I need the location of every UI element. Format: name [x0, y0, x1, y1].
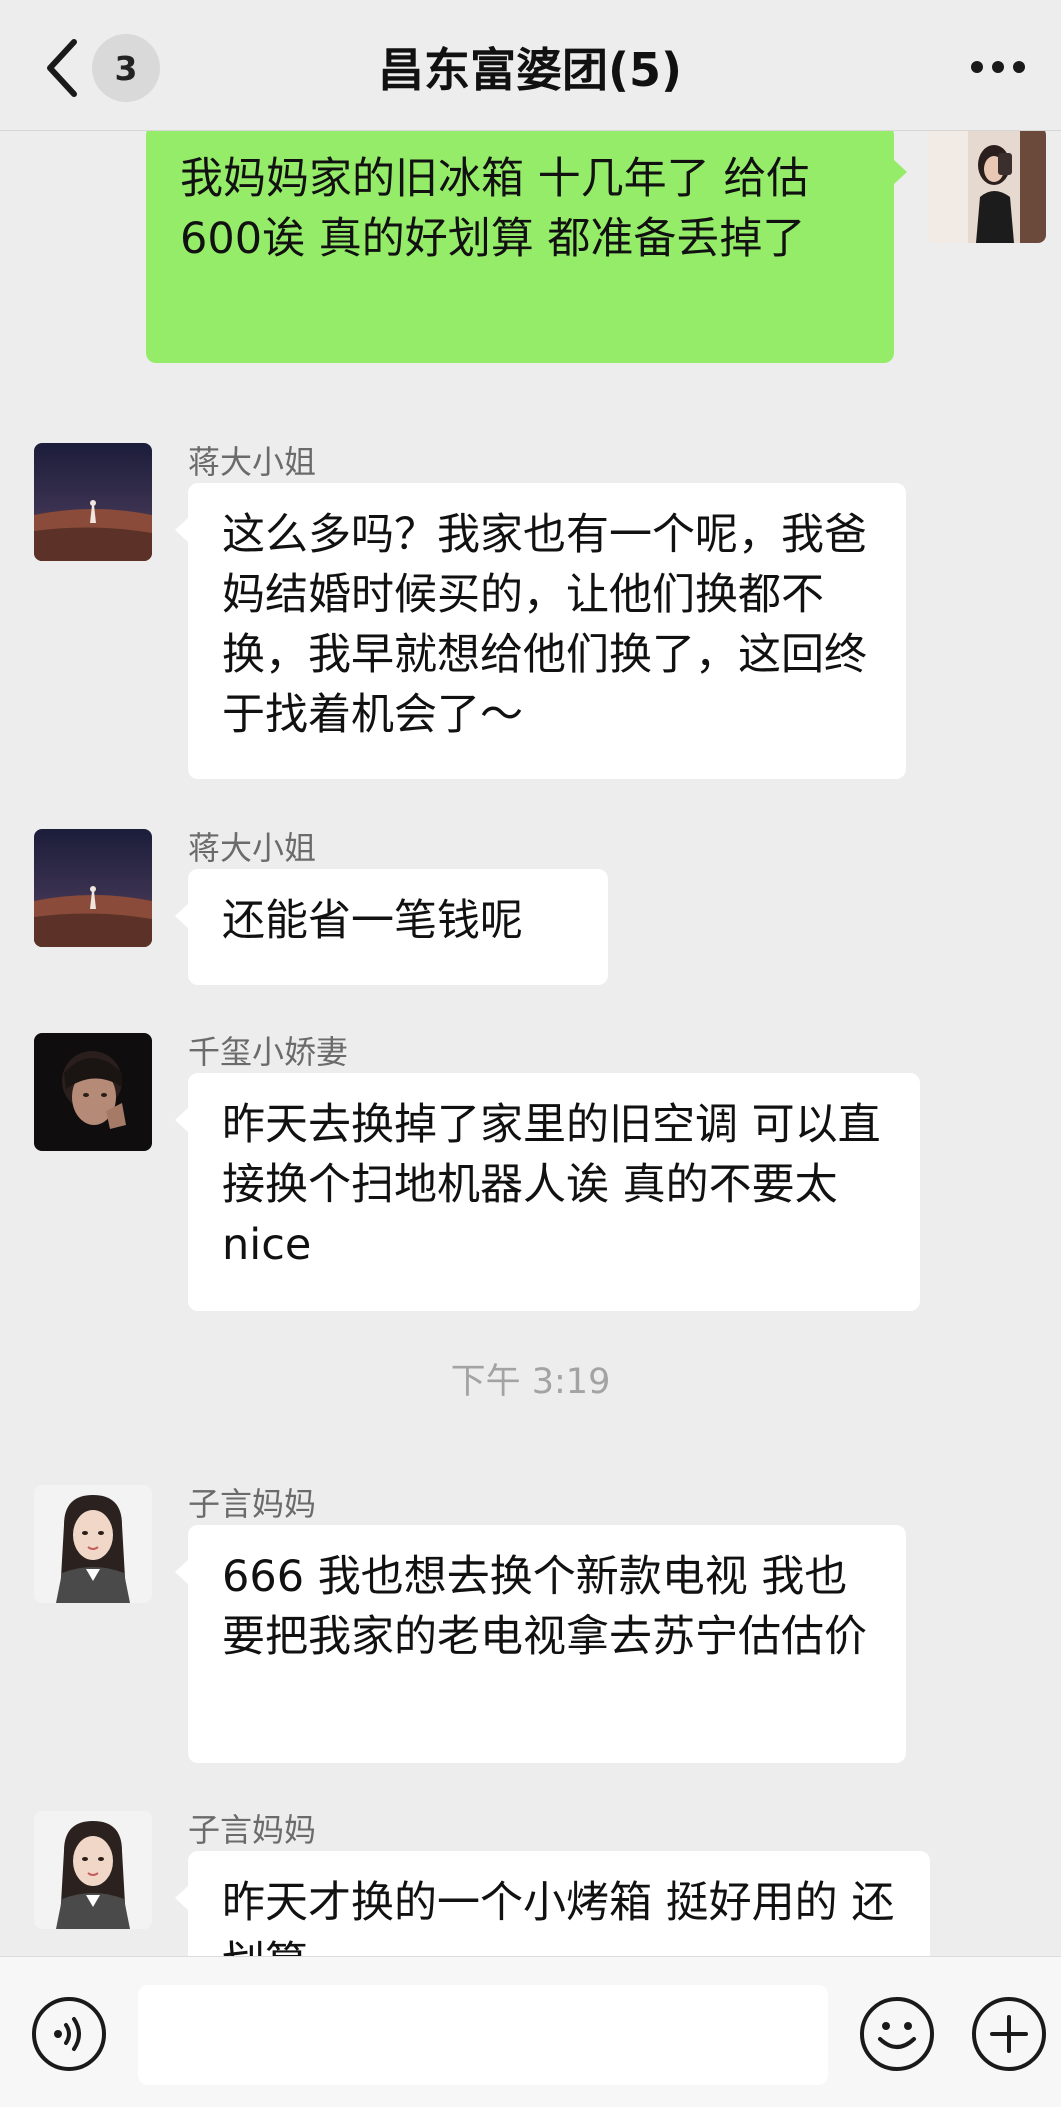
dark-portrait-avatar[interactable] [34, 1033, 152, 1151]
message-list[interactable]: 我妈妈家的旧冰箱 十几年了 给估600诶 真的好划算 都准备丢掉了 蒋大小姐 这… [0, 131, 1061, 1956]
more-options-icon[interactable] [968, 50, 1028, 84]
message-bubble[interactable]: 昨天去换掉了家里的旧空调 可以直接换个扫地机器人诶 真的不要太 nice [175, 1073, 920, 1311]
message-text: 666 我也想去换个新款电视 我也要把我家的老电视拿去苏宁估估价 [222, 1552, 867, 1662]
message-incoming: 子言妈妈 昨天才换的一个小烤箱 挺好用的 还划算 [0, 1779, 1061, 1956]
plus-icon[interactable] [970, 1995, 1048, 2073]
message-text: 这么多吗？我家也有一个呢，我爸妈结婚时候买的，让他们换都不换，我早就想给他们换了… [222, 510, 867, 740]
sender-name: 子言妈妈 [188, 1485, 317, 1523]
night-landscape-avatar[interactable] [34, 443, 152, 561]
message-incoming: 蒋大小姐 还能省一笔钱呢 [0, 797, 1061, 985]
selfie-avatar[interactable] [928, 131, 1046, 243]
message-text: 还能省一笔钱呢 [222, 896, 523, 946]
message-incoming: 千玺小娇妻 昨天去换掉了家里的旧空调 可以直接换个扫地机器人诶 真的不要太 ni… [0, 1001, 1061, 1311]
night-landscape-avatar[interactable] [34, 829, 152, 947]
message-bubble[interactable]: 666 我也想去换个新款电视 我也要把我家的老电视拿去苏宁估估价 [175, 1525, 906, 1763]
voice-icon[interactable] [30, 1995, 108, 2073]
sender-name: 蒋大小姐 [188, 443, 317, 481]
message-text: 我妈妈家的旧冰箱 十几年了 给估600诶 真的好划算 都准备丢掉了 [180, 154, 810, 264]
chat-title: 昌东富婆团(5) [377, 43, 683, 97]
sender-name: 子言妈妈 [188, 1811, 317, 1849]
message-bubble[interactable]: 还能省一笔钱呢 [175, 869, 608, 985]
illustrated-woman-avatar[interactable] [34, 1811, 152, 1929]
message-bubble[interactable]: 我妈妈家的旧冰箱 十几年了 给估600诶 真的好划算 都准备丢掉了 [146, 131, 907, 363]
message-bubble[interactable]: 昨天才换的一个小烤箱 挺好用的 还划算 [175, 1851, 930, 1956]
message-text: 昨天去换掉了家里的旧空调 可以直接换个扫地机器人诶 真的不要太 nice [222, 1100, 881, 1270]
message-text: 昨天才换的一个小烤箱 挺好用的 还划算 [222, 1878, 895, 1956]
back-chevron-icon[interactable] [40, 36, 90, 100]
message-outgoing: 我妈妈家的旧冰箱 十几年了 给估600诶 真的好划算 都准备丢掉了 [0, 131, 1061, 371]
chat-header: 3 昌东富婆团(5) [0, 0, 1061, 131]
input-bar [0, 1956, 1061, 2107]
illustrated-woman-avatar[interactable] [34, 1485, 152, 1603]
message-incoming: 蒋大小姐 这么多吗？我家也有一个呢，我爸妈结婚时候买的，让他们换都不换，我早就想… [0, 411, 1061, 779]
message-bubble[interactable]: 这么多吗？我家也有一个呢，我爸妈结婚时候买的，让他们换都不换，我早就想给他们换了… [175, 483, 906, 779]
sender-name: 千玺小娇妻 [188, 1033, 349, 1071]
message-incoming: 子言妈妈 666 我也想去换个新款电视 我也要把我家的老电视拿去苏宁估估价 [0, 1453, 1061, 1763]
unread-count-badge[interactable]: 3 [92, 34, 160, 102]
sender-name: 蒋大小姐 [188, 829, 317, 867]
message-timestamp: 下午 3:19 [450, 1362, 611, 1402]
emoji-icon[interactable] [858, 1995, 936, 2073]
message-input[interactable] [138, 1985, 828, 2085]
